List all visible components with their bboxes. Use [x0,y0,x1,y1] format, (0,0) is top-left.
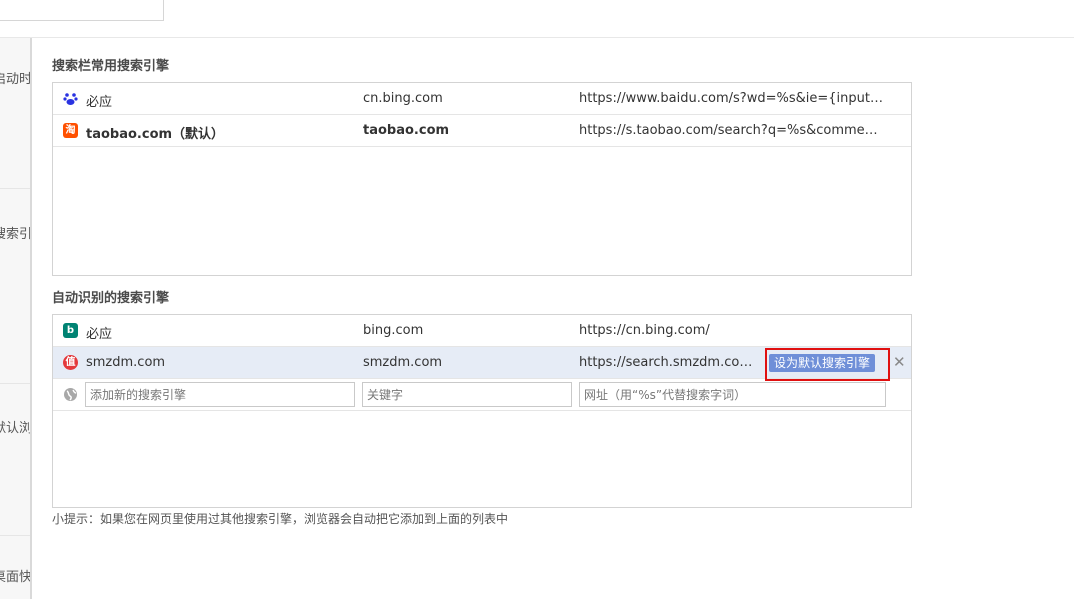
engine-url: https://s.taobao.com/search?q=%s&commend… [579,123,884,138]
add-engine-row [53,379,911,411]
hint-text: 小提示：如果您在网页里使用过其他搜索引擎，浏览器会自动把它添加到上面的列表中 [52,512,509,526]
sidebar-divider [0,383,30,384]
new-engine-url-input[interactable] [579,382,886,407]
engine-url: https://www.baidu.com/s?wd=%s&ie={inputE… [579,91,884,106]
sidebar-divider [0,535,30,536]
set-default-engine-button[interactable]: 设为默认搜索引擎 [769,354,876,372]
new-engine-keyword-input[interactable] [362,382,572,407]
new-engine-name-input[interactable] [85,382,355,407]
engine-name: 必应 [86,327,113,342]
auto-engines-title: 自动识别的搜索引擎 [52,291,170,306]
sidebar-item-search-engine[interactable]: 搜索引 [0,223,30,242]
top-bar [0,0,1074,38]
taobao-icon: 淘 [63,123,78,138]
globe-icon [63,387,78,402]
engine-keyword: smzdm.com [363,355,443,370]
engine-keyword: taobao.com [363,123,450,138]
sidebar-item-default-browser[interactable]: 默认浏 [0,417,30,436]
engine-keyword: bing.com [363,323,424,338]
engine-name: smzdm.com [86,355,166,370]
engine-url: https://cn.bing.com/ [579,323,710,338]
baidu-paw-icon [63,91,78,106]
sidebar-item-startup[interactable]: 启动时 [0,68,30,87]
top-search-box[interactable] [0,0,164,21]
engine-url: https://search.smzdm.com/... [579,355,762,370]
engine-name: taobao.com（默认） [86,127,225,142]
common-engines-list: 必应 cn.bing.com https://www.baidu.com/s?w… [52,82,912,276]
settings-sidebar: 启动时 搜索引 默认浏 桌面快 [0,38,32,599]
engine-keyword: cn.bing.com [363,91,443,106]
delete-icon[interactable]: ✕ [893,353,906,371]
auto-engines-list: b 必应 bing.com https://cn.bing.com/ 值 smz… [52,314,912,508]
common-engines-title: 搜索栏常用搜索引擎 [52,59,170,74]
sidebar-item-desktop-shortcut[interactable]: 桌面快 [0,566,30,585]
engine-row[interactable]: 必应 cn.bing.com https://www.baidu.com/s?w… [53,83,911,115]
engine-row-default[interactable]: 淘 taobao.com（默认） taobao.com https://s.ta… [53,115,911,147]
engine-name: 必应 [86,95,113,110]
sidebar-divider [0,188,30,189]
engine-row-hovered[interactable]: 值 smzdm.com smzdm.com https://search.smz… [53,347,911,381]
engine-row[interactable]: b 必应 bing.com https://cn.bing.com/ [53,315,911,347]
bing-icon: b [63,323,78,338]
smzdm-icon: 值 [63,355,78,370]
